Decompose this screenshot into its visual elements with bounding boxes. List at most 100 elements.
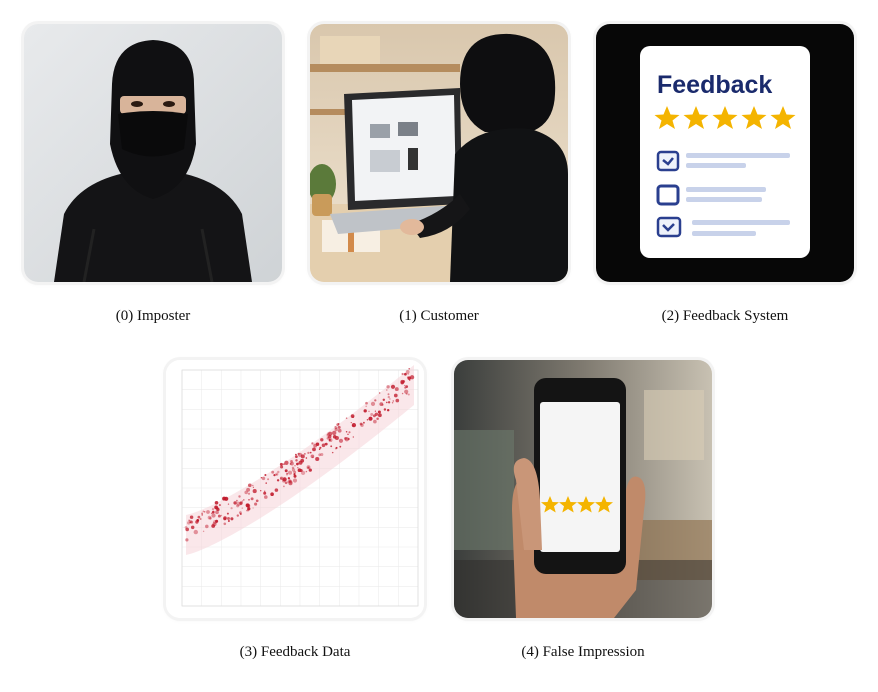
phone-rating-photo-icon <box>454 360 712 618</box>
scatter-dot <box>265 482 267 484</box>
scatter-dot <box>363 409 367 413</box>
scatter-dot <box>404 372 407 376</box>
feedback-system-image: Feedback <box>596 24 854 282</box>
scatter-dot <box>307 451 310 455</box>
scatter-dot <box>382 398 386 402</box>
scatter-dot <box>374 410 377 412</box>
scatter-dot <box>332 430 337 436</box>
scatter-dot <box>308 468 312 472</box>
scatter-dot <box>365 405 368 408</box>
scatter-dot <box>295 453 297 456</box>
scatter-dot <box>202 530 205 533</box>
scatter-dot <box>350 414 355 418</box>
scatter-dot <box>218 504 221 507</box>
checkbox-icon <box>656 184 680 206</box>
scatter-dot <box>376 417 379 420</box>
scatter-dot <box>222 496 227 501</box>
scatter-dot <box>211 524 216 528</box>
scatter-dot <box>289 462 292 465</box>
feedback-form-illustration-icon: Feedback <box>596 24 854 282</box>
scatter-dot <box>283 463 285 465</box>
scatter-dot <box>215 519 219 523</box>
scatter-dot <box>280 465 284 469</box>
scatter-dot <box>392 400 395 402</box>
scatter-dot <box>320 438 324 442</box>
scatter-dot <box>246 508 250 512</box>
scatter-dot <box>315 442 320 446</box>
scatter-dot <box>362 421 365 424</box>
scatter-dot <box>393 393 398 398</box>
scatter-dot <box>233 501 237 505</box>
scatter-dot <box>408 367 410 370</box>
scatter-dot <box>368 410 370 413</box>
scatter-dot <box>201 514 204 516</box>
scatter-dot <box>287 477 291 480</box>
scatter-dot <box>243 499 245 501</box>
scatter-dot <box>345 417 348 420</box>
caption-false-impression: (4) False Impression <box>521 644 645 660</box>
scatter-dot <box>300 458 305 463</box>
scatter-dot <box>374 412 379 416</box>
scatter-dot <box>368 416 373 421</box>
scatter-dot <box>370 401 376 407</box>
imposter-image <box>24 24 282 282</box>
scatter-dot <box>305 470 308 473</box>
scatter-dot <box>377 410 381 414</box>
scatter-dot <box>252 489 257 494</box>
scatter-dot <box>207 515 212 520</box>
scatter-dot <box>252 484 254 487</box>
scatter-dot <box>293 474 297 478</box>
scatter-dot <box>366 419 369 421</box>
scatter-dot <box>271 470 275 474</box>
scatter-dot <box>365 401 368 405</box>
scatter-dot <box>327 434 332 439</box>
scatter-dot <box>378 413 382 418</box>
scatter-dot <box>387 401 391 404</box>
scatter-dot <box>289 480 293 484</box>
scatter-dot <box>284 460 289 465</box>
scatter-dot <box>387 395 390 399</box>
scatter-dot <box>298 452 303 457</box>
scatter-dot <box>405 385 409 388</box>
caption-imposter: (0) Imposter <box>115 308 191 324</box>
scatter-dot <box>220 514 223 517</box>
scatter-dot <box>241 507 244 509</box>
scatter-dot <box>292 478 298 483</box>
scatter-dot <box>238 495 241 498</box>
scatter-dot <box>284 469 288 473</box>
scatter-dot <box>236 501 241 506</box>
scatter-dot <box>344 437 347 440</box>
scatter-dot <box>185 527 190 532</box>
scatter-dot <box>304 453 306 455</box>
scatter-dot <box>206 510 210 514</box>
scatter-dot <box>391 402 394 404</box>
scatter-dot <box>294 465 296 467</box>
scatter-dot <box>386 389 388 391</box>
scatter-dot <box>246 487 251 492</box>
scatter-dot <box>248 498 250 501</box>
scatter-dot <box>379 402 384 406</box>
scatter-dot <box>409 379 411 381</box>
scatter-dot <box>389 398 391 400</box>
scatter-dot <box>286 474 288 476</box>
scatter-dot <box>331 451 334 454</box>
scatter-dot <box>214 505 218 510</box>
scatter-dot <box>334 425 336 428</box>
scatter-dot <box>404 384 406 387</box>
scatter-dot <box>230 517 234 521</box>
scatter-dot <box>326 433 329 436</box>
scatter-dot <box>202 510 205 513</box>
scatter-dot <box>190 525 195 530</box>
scatter-dot <box>247 483 252 488</box>
scatter-dot <box>297 466 299 469</box>
scatter-dot <box>405 392 408 395</box>
scatter-dot <box>270 492 274 497</box>
scatter-dot <box>379 392 381 394</box>
scatter-dot <box>338 438 344 443</box>
false-impression-image <box>454 360 712 618</box>
scatter-dot <box>205 524 209 529</box>
scatter-dot <box>264 495 268 499</box>
scatter-dot <box>215 510 219 515</box>
scatter-dot <box>310 454 315 459</box>
scatter-dot <box>309 451 312 454</box>
